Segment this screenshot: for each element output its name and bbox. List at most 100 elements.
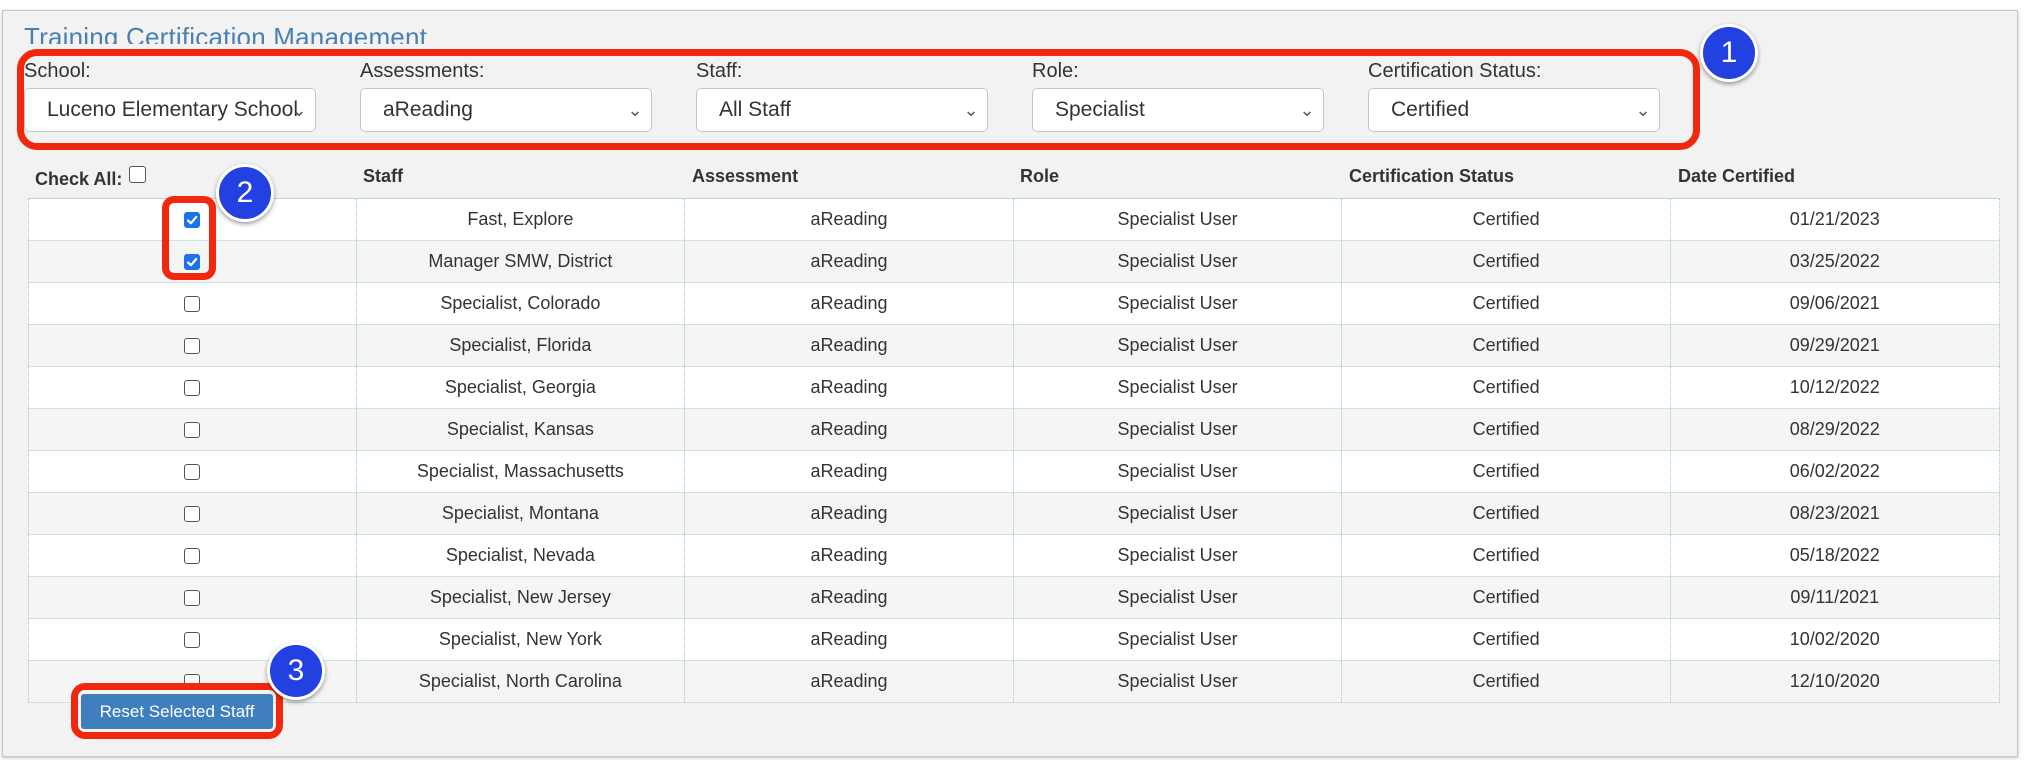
- cell-assessment: aReading: [685, 409, 1014, 450]
- callout-badge-2: 2: [216, 164, 274, 222]
- row-checkbox[interactable]: [184, 337, 201, 354]
- cell-staff: Specialist, North Carolina: [357, 661, 686, 702]
- cell-staff: Specialist, New Jersey: [357, 577, 686, 618]
- cell-date-certified: 09/11/2021: [1671, 577, 2000, 618]
- cell-select: [28, 325, 357, 366]
- cell-role: Specialist User: [1014, 199, 1343, 240]
- cell-select: [28, 451, 357, 492]
- column-header-certification-status[interactable]: Certification Status: [1349, 166, 1514, 187]
- cell-certification-status: Certified: [1342, 535, 1671, 576]
- checkbox-highlight-box: [162, 196, 216, 280]
- cell-role: Specialist User: [1014, 619, 1343, 660]
- column-header-staff[interactable]: Staff: [363, 166, 403, 187]
- check-all-label: Check All:: [35, 169, 123, 189]
- cell-role: Specialist User: [1014, 493, 1343, 534]
- cell-staff: Specialist, New York: [357, 619, 686, 660]
- row-checkbox[interactable]: [184, 463, 201, 480]
- cell-select: [28, 283, 357, 324]
- reset-button-highlight-box: [71, 683, 283, 739]
- cell-assessment: aReading: [685, 241, 1014, 282]
- cell-assessment: aReading: [685, 535, 1014, 576]
- cell-date-certified: 05/18/2022: [1671, 535, 2000, 576]
- cell-assessment: aReading: [685, 283, 1014, 324]
- cell-assessment: aReading: [685, 661, 1014, 702]
- cell-select: [28, 367, 357, 408]
- cell-role: Specialist User: [1014, 661, 1343, 702]
- cell-certification-status: Certified: [1342, 367, 1671, 408]
- table-row: Specialist, New Jersey aReading Specialist…: [28, 577, 2000, 619]
- cell-select: [28, 577, 357, 618]
- cell-certification-status: Certified: [1342, 493, 1671, 534]
- cell-date-certified: 10/12/2022: [1671, 367, 2000, 408]
- cell-assessment: aReading: [685, 199, 1014, 240]
- cell-date-certified: 12/10/2020: [1671, 661, 2000, 702]
- cell-assessment: aReading: [685, 619, 1014, 660]
- cell-role: Specialist User: [1014, 283, 1343, 324]
- table-row: Specialist, Georgia aReading Specialist Us…: [28, 367, 2000, 409]
- table-row: Specialist, Massachusetts aReading Special…: [28, 451, 2000, 493]
- row-checkbox[interactable]: [184, 505, 201, 522]
- cell-certification-status: Certified: [1342, 661, 1671, 702]
- staff-table: Fast, Explore aReading Specialist User Cert…: [28, 198, 2000, 703]
- cell-assessment: aReading: [685, 493, 1014, 534]
- cell-date-certified: 08/29/2022: [1671, 409, 2000, 450]
- cell-role: Specialist User: [1014, 409, 1343, 450]
- cell-role: Specialist User: [1014, 451, 1343, 492]
- check-all-checkbox[interactable]: [129, 166, 147, 183]
- cell-staff: Manager SMW, District: [357, 241, 686, 282]
- table-row: Fast, Explore aReading Specialist User Cert…: [28, 199, 2000, 241]
- table-row: Specialist, New York aReading Specialist U…: [28, 619, 2000, 661]
- cell-assessment: aReading: [685, 451, 1014, 492]
- cell-select: [28, 493, 357, 534]
- cell-staff: Specialist, Georgia: [357, 367, 686, 408]
- cell-select: [28, 535, 357, 576]
- row-checkbox[interactable]: [184, 379, 201, 396]
- cell-date-certified: 09/29/2021: [1671, 325, 2000, 366]
- row-checkbox[interactable]: [184, 547, 201, 564]
- table-row: Specialist, Florida aReading Specialist Us…: [28, 325, 2000, 367]
- cell-date-certified: 06/02/2022: [1671, 451, 2000, 492]
- cell-certification-status: Certified: [1342, 199, 1671, 240]
- cell-staff: Specialist, Montana: [357, 493, 686, 534]
- cell-date-certified: 08/23/2021: [1671, 493, 2000, 534]
- row-checkbox[interactable]: [184, 421, 201, 438]
- callout-badge-3: 3: [267, 642, 325, 700]
- table-row: Manager SMW, District aReading Specialist …: [28, 241, 2000, 283]
- cell-role: Specialist User: [1014, 367, 1343, 408]
- cell-staff: Specialist, Florida: [357, 325, 686, 366]
- table-row: Specialist, Nevada aReading Specialist Use…: [28, 535, 2000, 577]
- column-header-date-certified[interactable]: Date Certified: [1678, 166, 1795, 187]
- cell-staff: Fast, Explore: [357, 199, 686, 240]
- cell-assessment: aReading: [685, 577, 1014, 618]
- cell-certification-status: Certified: [1342, 619, 1671, 660]
- column-header-assessment[interactable]: Assessment: [692, 166, 798, 187]
- page-title: Training Certification Management: [24, 22, 428, 44]
- column-header-role[interactable]: Role: [1020, 166, 1059, 187]
- cell-role: Specialist User: [1014, 577, 1343, 618]
- cell-certification-status: Certified: [1342, 451, 1671, 492]
- cell-staff: Specialist, Nevada: [357, 535, 686, 576]
- cell-select: [28, 409, 357, 450]
- table-row: Specialist, Kansas aReading Specialist Use…: [28, 409, 2000, 451]
- cell-staff: Specialist, Kansas: [357, 409, 686, 450]
- cell-date-certified: 10/02/2020: [1671, 619, 2000, 660]
- cell-date-certified: 09/06/2021: [1671, 283, 2000, 324]
- cell-role: Specialist User: [1014, 535, 1343, 576]
- table-row: Specialist, Colorado aReading Specialist U…: [28, 283, 2000, 325]
- cell-certification-status: Certified: [1342, 283, 1671, 324]
- cell-date-certified: 03/25/2022: [1671, 241, 2000, 282]
- cell-date-certified: 01/21/2023: [1671, 199, 2000, 240]
- cell-assessment: aReading: [685, 325, 1014, 366]
- row-checkbox[interactable]: [184, 631, 201, 648]
- row-checkbox[interactable]: [184, 589, 201, 606]
- check-all-header: Check All:: [35, 166, 147, 190]
- cell-staff: Specialist, Massachusetts: [357, 451, 686, 492]
- callout-badge-1: 1: [1700, 24, 1758, 82]
- cell-certification-status: Certified: [1342, 577, 1671, 618]
- filters-highlight-box: [17, 49, 1700, 150]
- row-checkbox[interactable]: [184, 295, 201, 312]
- cell-certification-status: Certified: [1342, 325, 1671, 366]
- cell-role: Specialist User: [1014, 325, 1343, 366]
- cell-role: Specialist User: [1014, 241, 1343, 282]
- cell-certification-status: Certified: [1342, 409, 1671, 450]
